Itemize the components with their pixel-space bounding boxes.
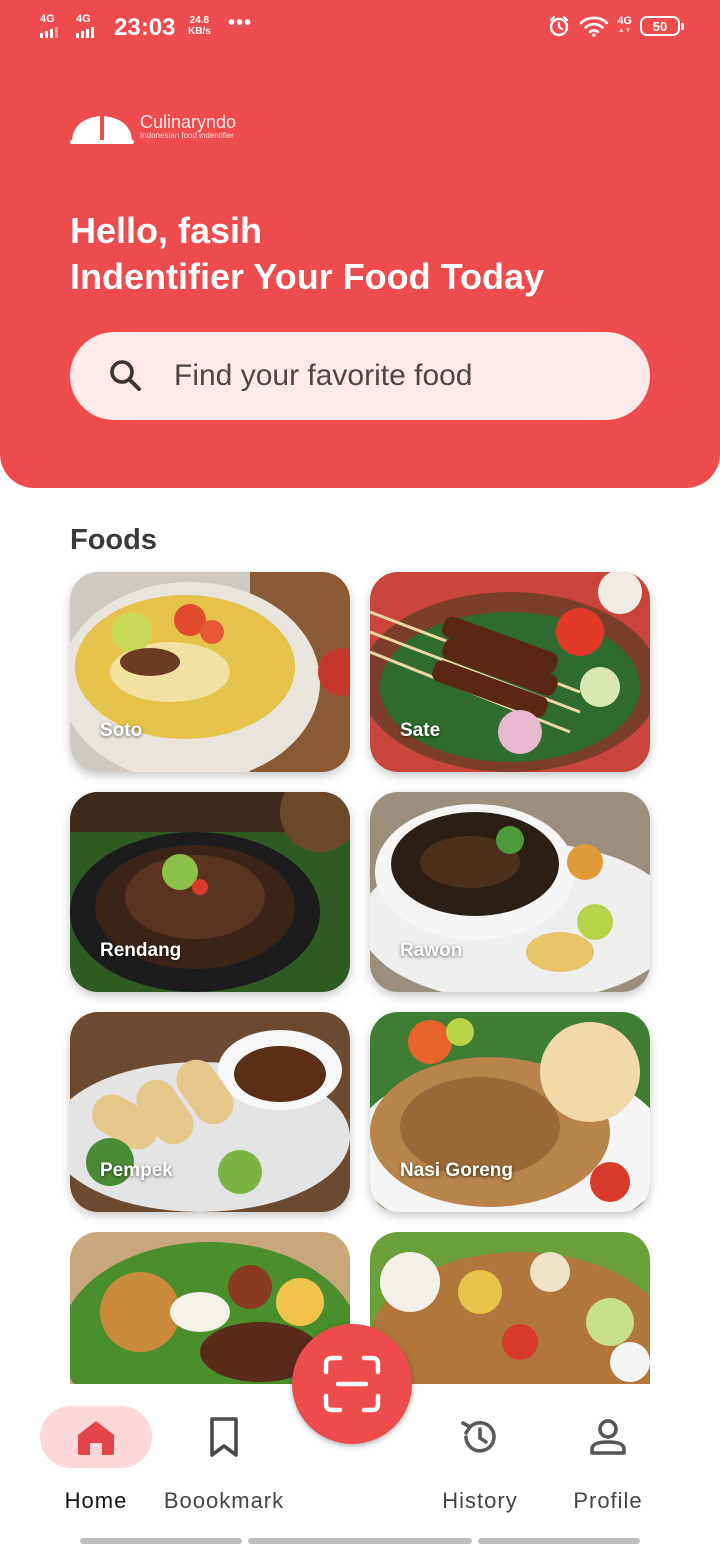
profile-icon [590, 1419, 626, 1455]
gesture-bar [248, 1538, 472, 1544]
food-name: Sate [400, 720, 441, 741]
soto-image [70, 572, 350, 772]
speed-value: 24.8 [189, 15, 210, 26]
food-name: Pempek [100, 1160, 173, 1181]
scan-button[interactable] [292, 1324, 412, 1444]
network-type-label: 4G [617, 15, 632, 27]
nav-profile-pill[interactable] [552, 1406, 664, 1468]
home-icon [78, 1421, 114, 1455]
battery-level: 50 [652, 18, 668, 34]
bookmark-icon [210, 1417, 238, 1457]
greeting: Hello, fasih Indentifier Your Food Today [70, 208, 544, 300]
status-right: 4G ▲▼ 50 [547, 14, 684, 38]
nav-label: Profile [573, 1488, 643, 1513]
food-card-rendang[interactable]: Rendang [70, 792, 350, 992]
section-title: Foods [70, 524, 157, 556]
greeting-line-2: Indentifier Your Food Today [70, 256, 544, 297]
food-name: Soto [100, 720, 143, 741]
status-bar: 4G 4G 23:03 24.8 KB/s ••• 4G ▲▼ 50 [0, 0, 720, 56]
pempek-image [70, 1012, 350, 1212]
nav-profile[interactable]: Profile [552, 1384, 664, 1544]
logo-name: Culinaryndo [140, 111, 237, 132]
nav-label: Boookmark [163, 1488, 285, 1513]
food-card-soto[interactable]: Soto [70, 572, 350, 772]
clock: 23:03 [114, 14, 176, 41]
gesture-bar [80, 1538, 242, 1544]
logo-tagline: Indonesian food indentifier [140, 130, 234, 140]
nav-home[interactable]: Home [40, 1384, 152, 1544]
signal-bars-icon [40, 26, 58, 38]
battery-icon: 50 [640, 16, 684, 36]
nav-history[interactable]: History [424, 1384, 536, 1544]
greeting-line-1: Hello, fasih [70, 210, 263, 251]
food-name: Nasi Goreng [400, 1160, 513, 1181]
sim1-label: 4G [40, 13, 55, 25]
gado-gado-image [370, 1232, 650, 1384]
food-card-nasi-goreng[interactable]: Nasi Goreng [370, 1012, 650, 1212]
search-bar[interactable]: Find your favorite food [70, 332, 650, 420]
more-notifications-icon: ••• [228, 12, 253, 34]
search-input[interactable]: Find your favorite food [174, 359, 473, 393]
rawon-image [370, 792, 650, 992]
food-name: Rendang [100, 940, 182, 961]
search-icon [110, 360, 141, 391]
signal-bars-icon [76, 26, 94, 38]
food-card-pempek[interactable]: Pempek [70, 1012, 350, 1212]
history-icon [461, 1421, 496, 1453]
food-card-gado-gado[interactable] [370, 1232, 650, 1384]
nav-label: History [442, 1488, 518, 1513]
cloche-logo-icon [70, 108, 134, 144]
scan-icon [323, 1355, 381, 1413]
rendang-image [70, 792, 350, 992]
sate-image [370, 572, 650, 772]
sim2-label: 4G [76, 13, 91, 25]
sim1-signal: 4G [40, 14, 58, 38]
network-type: 4G ▲▼ [617, 15, 632, 35]
speed-unit: KB/s [188, 26, 211, 37]
alarm-icon [550, 15, 569, 37]
app-logo: Culinaryndo Indonesian food indentifier [70, 106, 236, 146]
nav-label: Home [64, 1488, 128, 1513]
food-card-rawon[interactable]: Rawon [370, 792, 650, 992]
nav-home-pill[interactable] [40, 1406, 152, 1468]
gesture-bar [478, 1538, 640, 1544]
nav-bookmark[interactable]: Boookmark [160, 1384, 288, 1544]
network-speed: 24.8 KB/s [188, 15, 211, 37]
nav-history-pill[interactable] [424, 1406, 536, 1468]
nav-bookmark-pill[interactable] [168, 1406, 280, 1468]
food-card-sate[interactable]: Sate [370, 572, 650, 772]
food-name: Rawon [400, 940, 463, 961]
sim2-signal: 4G [76, 14, 94, 38]
wifi-icon [580, 16, 609, 37]
nasi-goreng-image [370, 1012, 650, 1212]
